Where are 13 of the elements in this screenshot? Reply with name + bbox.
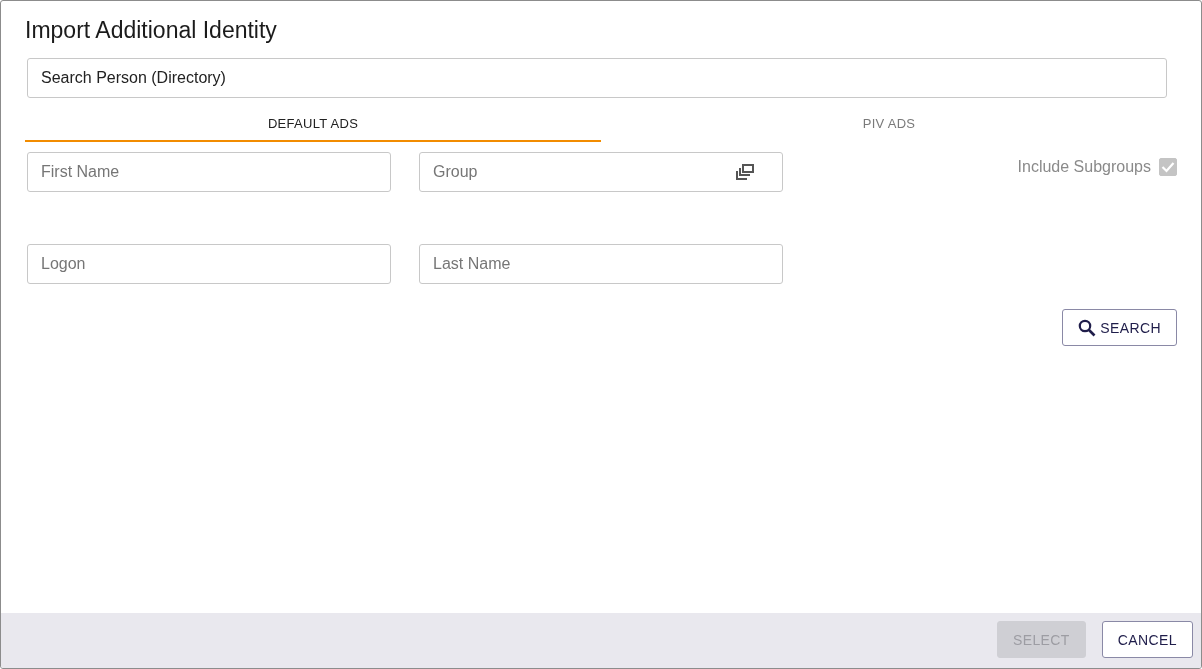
tab[interactable]: PIV ADS xyxy=(601,108,1177,142)
stacked-windows-icon[interactable] xyxy=(735,163,755,181)
cancel-button[interactable]: CANCEL xyxy=(1101,621,1193,658)
dialog-title: Import Additional Identity xyxy=(25,17,278,44)
input-field[interactable]: First Name xyxy=(27,152,391,192)
checkbox-label: Include Subgroups xyxy=(1017,158,1151,176)
input-field[interactable]: Last Name xyxy=(419,244,783,284)
directory-search-field[interactable]: Search Person (Directory) xyxy=(27,58,1167,98)
group-picker-field[interactable]: Group xyxy=(419,152,783,192)
search-button[interactable]: SEARCH xyxy=(1062,309,1177,346)
input-field[interactable]: Logon xyxy=(27,244,391,284)
search-icon xyxy=(1078,318,1097,337)
tab[interactable]: DEFAULT ADS xyxy=(25,108,601,142)
